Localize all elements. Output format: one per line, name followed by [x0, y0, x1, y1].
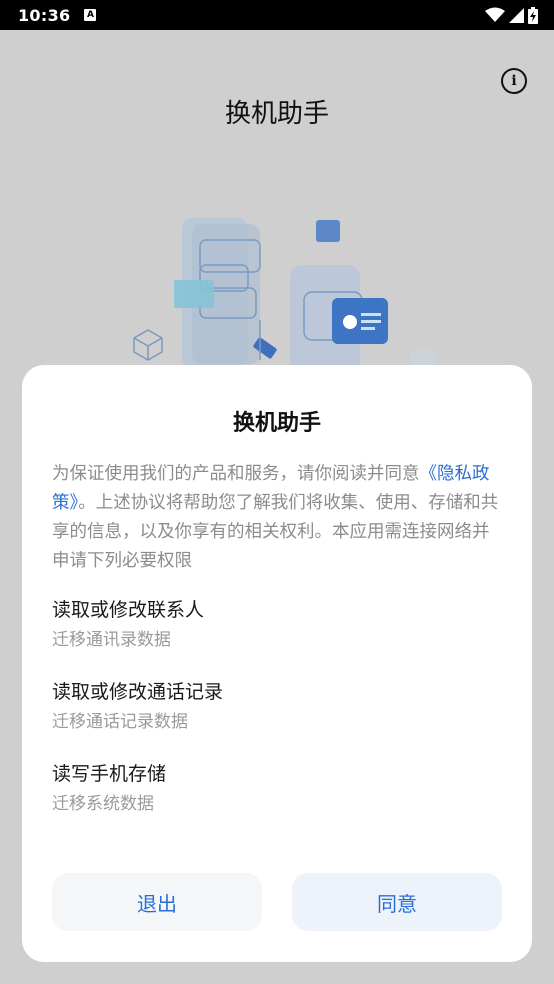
- status-time: 10:36: [18, 5, 71, 25]
- body-prefix: 为保证使用我们的产品和服务，请你阅读并同意: [52, 464, 420, 484]
- permission-desc: 迁移通讯录数据: [52, 630, 171, 650]
- agree-button[interactable]: 同意: [292, 873, 502, 931]
- dialog-body: 为保证使用我们的产品和服务，请你阅读并同意《隐私政策》。上述协议将帮助您了解我们…: [52, 460, 504, 576]
- cell-signal-icon: [509, 7, 524, 23]
- permission-item-call-log: 读取或修改通话记录 迁移通话记录数据: [52, 679, 504, 734]
- body-suffix: 。上述协议将帮助您了解我们将收集、使用、存储和共享的信息，以及你享有的相关权利。…: [52, 493, 499, 571]
- permission-item-storage: 读写手机存储 迁移系统数据: [52, 761, 504, 816]
- permission-dialog: 换机助手 为保证使用我们的产品和服务，请你阅读并同意《隐私政策》。上述协议将帮助…: [22, 365, 532, 962]
- permission-desc: 迁移通话记录数据: [52, 712, 188, 732]
- permission-title: 读取或修改通话记录: [52, 681, 224, 703]
- battery-charging-icon: [528, 6, 538, 24]
- permission-desc: 迁移系统数据: [52, 794, 154, 814]
- notification-a-icon: A: [84, 9, 97, 21]
- status-bar: 10:36 A: [0, 0, 554, 30]
- permission-item-contacts: 读取或修改联系人 迁移通讯录数据: [52, 597, 504, 652]
- permission-title: 读取或修改联系人: [52, 599, 205, 621]
- dialog-title: 换机助手: [232, 411, 321, 436]
- permission-title: 读写手机存储: [52, 763, 167, 785]
- exit-button[interactable]: 退出: [52, 873, 262, 931]
- wifi-icon: [485, 7, 505, 22]
- status-icons: [485, 6, 538, 24]
